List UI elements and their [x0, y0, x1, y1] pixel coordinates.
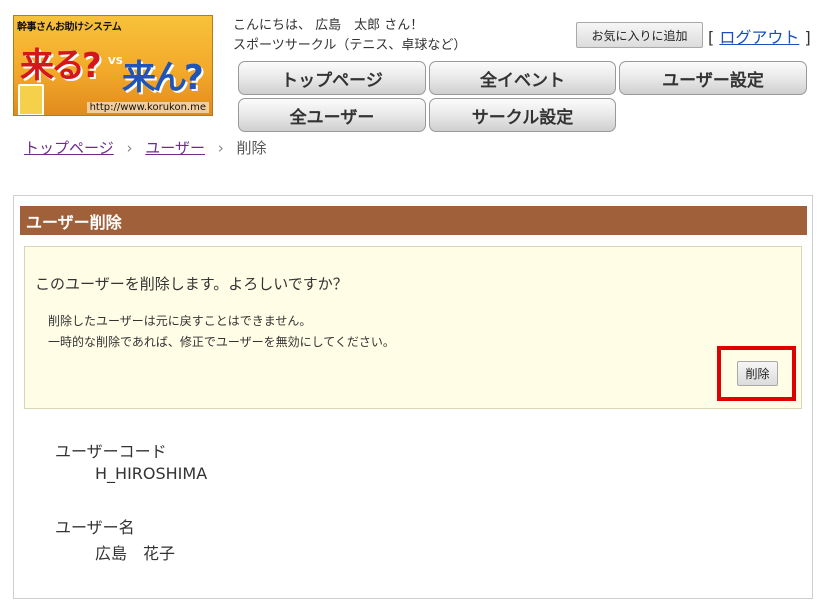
- panel-title: ユーザー削除: [20, 206, 807, 235]
- user-code-label: ユーザーコード: [55, 442, 167, 461]
- logo-title-right: 来ん?: [122, 58, 204, 98]
- breadcrumb-separator: ›: [217, 139, 224, 157]
- delete-button[interactable]: 削除: [737, 361, 778, 386]
- breadcrumb-separator: ›: [126, 139, 133, 157]
- logo-title-left: 来る?: [20, 46, 102, 86]
- logo-tagline: 幹事さんお助けシステム: [17, 22, 122, 33]
- user-greeting: こんにちは、 広島 太郎 さん！ スポーツサークル（テニス、卓球など）: [233, 16, 466, 56]
- breadcrumb: トップページ › ユーザー › 削除: [24, 137, 267, 158]
- circle-name: スポーツサークル（テニス、卓球など）: [233, 38, 467, 53]
- logout-area: [ ログアウト ]: [708, 24, 811, 48]
- greeting-line: こんにちは、 広島 太郎 さん！: [233, 18, 424, 33]
- site-logo[interactable]: 幹事さんお助けシステム 来る? VS 来ん? http://www.koruko…: [13, 15, 213, 116]
- hint-note: 一時的な削除であれば、修正でユーザーを無効にしてください。: [48, 335, 395, 349]
- highlight-box: 削除: [717, 346, 796, 401]
- confirm-question: このユーザーを削除します。よろしいですか？: [35, 275, 348, 293]
- nav-all-events[interactable]: 全イベント: [429, 61, 616, 95]
- nav-all-users[interactable]: 全ユーザー: [238, 98, 426, 132]
- breadcrumb-current: 削除: [236, 139, 267, 157]
- logo-vs: VS: [108, 56, 123, 67]
- logout-link[interactable]: ログアウト: [719, 28, 799, 47]
- warning-note: 削除したユーザーは元に戻すことはできません。: [48, 314, 312, 328]
- nav-user-settings[interactable]: ユーザー設定: [619, 61, 807, 95]
- delete-user-panel: ユーザー削除 このユーザーを削除します。よろしいですか？ 削除したユーザーは元に…: [13, 195, 813, 599]
- breadcrumb-users[interactable]: ユーザー: [145, 139, 205, 157]
- logo-url: http://www.korukon.me: [86, 102, 209, 113]
- user-name-value: 広島 花子: [95, 544, 176, 563]
- beer-icon: [18, 84, 44, 115]
- nav-top-page[interactable]: トップページ: [238, 61, 426, 95]
- user-name-label: ユーザー名: [55, 518, 135, 537]
- delete-confirmation-box: このユーザーを削除します。よろしいですか？ 削除したユーザーは元に戻すことはでき…: [24, 246, 802, 409]
- add-favorite-button[interactable]: お気に入りに追加: [576, 22, 703, 48]
- breadcrumb-top-page[interactable]: トップページ: [24, 139, 114, 157]
- user-code-value: H_HIROSHIMA: [95, 464, 208, 483]
- nav-circle-settings[interactable]: サークル設定: [429, 98, 616, 132]
- bracket-open: [: [708, 28, 715, 47]
- bracket-close: ]: [804, 28, 811, 47]
